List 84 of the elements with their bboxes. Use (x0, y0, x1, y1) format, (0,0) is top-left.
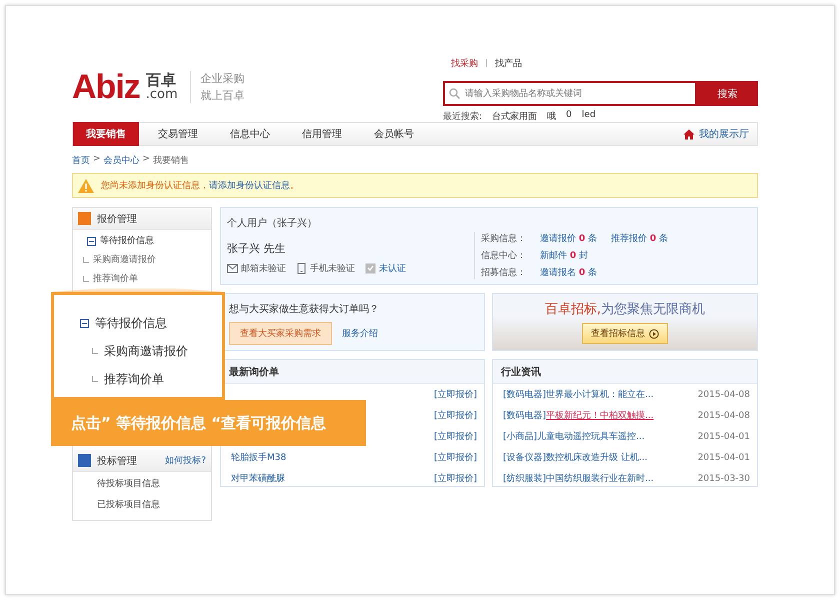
recent-search-label: 最近搜索: (443, 110, 482, 123)
brand-domain: .com (146, 88, 178, 101)
news-category[interactable]: [小商品] (503, 430, 538, 443)
quote-now-link[interactable]: [立即报价] (434, 472, 477, 485)
quote-now-link[interactable]: [立即报价] (434, 430, 477, 443)
stat-label: 采购信息： (481, 232, 526, 245)
warning-icon (77, 178, 95, 194)
news-date: 2015-04-08 (698, 410, 750, 420)
verification-status: 手机未验证 (296, 262, 355, 275)
recent-search-link[interactable]: 0 (566, 110, 572, 123)
panel-title: 行业资讯 (493, 360, 757, 384)
instruction-caption: 点击” 等待报价信息 “查看可报价信息 (51, 400, 366, 446)
callout-item: 等待报价信息 (80, 309, 222, 337)
showroom-link[interactable]: 我的展示厅 (699, 127, 749, 141)
sidebar-item[interactable]: 待投标项目信息 (73, 472, 211, 493)
breadcrumb-separator: > (93, 154, 101, 166)
sidebar-section-title: 报价管理 (97, 212, 137, 226)
stat-link[interactable]: 邀请报价 0 条 (540, 232, 598, 245)
banner-title: 百卓招标,为您聚焦无限商机 (544, 301, 706, 318)
nav-tab[interactable]: 交易管理 (145, 122, 211, 146)
alert-message: 您尚未添加身份认证信息，请添加身份认证信息。 (101, 180, 299, 192)
recent-search-link[interactable]: 哦 (547, 110, 556, 123)
certificate-icon (365, 263, 376, 274)
help-link[interactable]: 如何投标? (165, 454, 206, 467)
promo-question: 想与大买家做生意获得大订单吗？ (229, 302, 380, 316)
quote-now-link[interactable]: [立即报价] (434, 409, 477, 422)
stat-link[interactable]: 推荐报价 0 条 (611, 232, 668, 245)
view-demand-button[interactable]: 查看大买家采购需求 (229, 322, 332, 345)
callout-item: 推荐询价单 (80, 365, 222, 393)
stat-link[interactable]: 邀请报名 0 条 (540, 266, 598, 279)
news-link[interactable]: 世界最小计算机：能立在... (546, 388, 654, 401)
callout-item: 采购商邀请报价 (80, 337, 222, 365)
slogan-text: 就上百卓 (200, 88, 245, 103)
phone-icon (296, 263, 307, 274)
verification-link[interactable]: 未认证 (365, 262, 406, 275)
play-circle-icon (649, 328, 659, 338)
inquiry-link[interactable]: 对甲苯磺酰脲 (231, 472, 285, 485)
search-tab[interactable]: 找产品 (495, 56, 522, 70)
breadcrumb-separator: > (142, 154, 150, 166)
news-date: 2015-04-01 (698, 432, 750, 442)
mail-icon (227, 263, 238, 274)
search-field[interactable]: 请输入采购物品名称或关键词 (443, 81, 697, 106)
home-icon (683, 128, 695, 140)
user-type: 个人用户（张子兴） (227, 216, 318, 230)
slogan-text: 企业采购 (200, 71, 245, 86)
news-category[interactable]: [数码电器] (503, 409, 546, 422)
news-category[interactable]: [设备仪器] (503, 451, 546, 464)
quote-now-link[interactable]: [立即报价] (434, 388, 477, 401)
sidebar-subitem[interactable]: 推荐询价单 (73, 268, 211, 287)
quote-now-link[interactable]: [立即报价] (434, 451, 477, 464)
news-link[interactable]: 中国纺织服装行业在新时... (546, 472, 654, 485)
breadcrumb-link[interactable]: 首页 (72, 154, 90, 167)
news-category[interactable]: [纺织服装] (503, 472, 546, 485)
news-link[interactable]: 平板新纪元！中柏双触摸... (546, 409, 654, 422)
news-link[interactable]: 儿童电动遥控玩具车遥控... (537, 430, 645, 443)
news-date: 2015-04-01 (698, 452, 750, 462)
news-date: 2015-04-08 (698, 390, 750, 400)
breadcrumb-link[interactable]: 会员中心 (104, 154, 140, 167)
brand-name: 百卓 (146, 73, 177, 88)
logo-wordmark: Abiz (72, 68, 140, 106)
nav-tab[interactable]: 信用管理 (289, 122, 355, 146)
news-link[interactable]: 数控机床改造升级 让机... (546, 451, 648, 464)
nav-tab[interactable]: 会员帐号 (361, 122, 427, 146)
recent-search-link[interactable]: 台式家用面 (492, 110, 538, 123)
recent-search-link[interactable]: led (582, 110, 596, 123)
sidebar-item[interactable]: 等待报价信息 (73, 230, 211, 249)
news-date: 2015-03-30 (698, 474, 750, 484)
sidebar-subitem[interactable]: 采购商邀请报价 (73, 249, 211, 268)
breadcrumb-current: 我要销售 (153, 154, 190, 167)
nav-tab[interactable]: 我要销售 (73, 122, 139, 146)
search-tab[interactable]: 找采购 (451, 56, 478, 70)
verification-status: 邮箱未验证 (227, 262, 286, 275)
search-button[interactable]: 搜索 (697, 81, 758, 106)
stat-link[interactable]: 新邮件 0 封 (540, 249, 588, 262)
view-bidding-button[interactable]: 查看招标信息 (582, 323, 668, 344)
nav-tab[interactable]: 信息中心 (217, 122, 283, 146)
sidebar-item[interactable]: 已投标项目信息 (73, 493, 211, 514)
service-link[interactable]: 服务介绍 (342, 327, 378, 340)
stat-label: 信息中心： (481, 250, 526, 262)
sidebar-section-title: 投标管理 (97, 454, 137, 468)
user-name: 张子兴 先生 (227, 241, 286, 256)
inquiry-link[interactable]: 轮胎扳手M38 (231, 451, 286, 464)
news-category[interactable]: [数码电器] (503, 388, 546, 401)
stat-label: 招募信息： (481, 266, 526, 279)
